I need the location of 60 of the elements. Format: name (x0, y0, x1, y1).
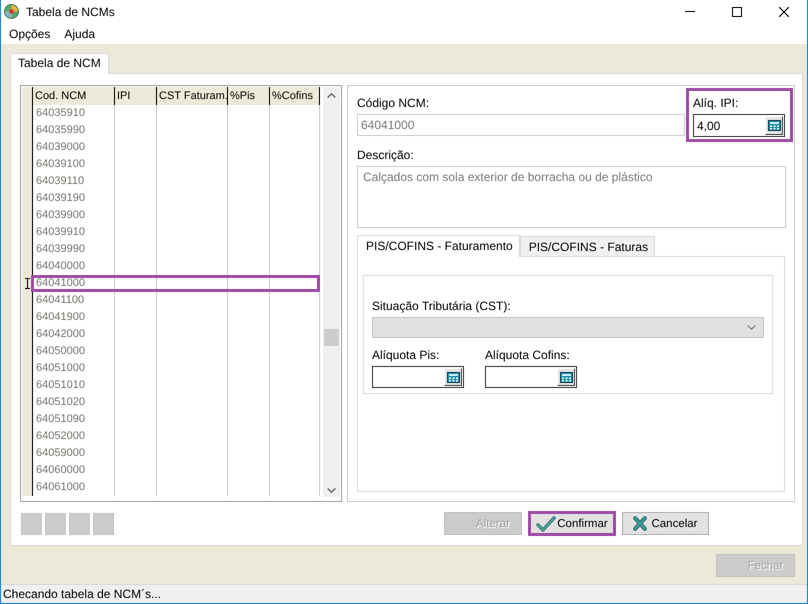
calculator-button[interactable] (557, 368, 575, 386)
table-row[interactable]: 64041000 (22, 275, 320, 292)
tab[interactable]: PIS/COFINS - Faturas (520, 236, 656, 256)
table-row[interactable]: 64039900 (22, 207, 320, 224)
minimize-icon (684, 11, 694, 12)
confirm-button[interactable]: Confirmar (528, 511, 616, 536)
calculator-icon (560, 372, 572, 382)
chevron-down-icon (747, 325, 756, 330)
field-label: Alíq. IPI: (693, 96, 738, 110)
calculator-button[interactable] (765, 116, 783, 135)
table-row[interactable]: 64039000 (22, 139, 320, 156)
table-row[interactable]: 64051020 (22, 394, 320, 411)
table-cell: 64061000 (33, 479, 115, 496)
pis-rate-field[interactable] (372, 366, 464, 388)
cofins-rate-field[interactable] (485, 366, 577, 388)
scroll-thumb[interactable] (324, 329, 339, 346)
scrollbar[interactable] (323, 87, 340, 497)
table-row[interactable]: 64052000 (22, 428, 320, 445)
scroll-down-icon[interactable] (327, 488, 336, 493)
checkmark-icon (536, 516, 556, 532)
table-row[interactable]: 64042000 (22, 326, 320, 343)
calculator-icon (768, 120, 780, 131)
field-label: Descrição: (357, 148, 414, 162)
table-row[interactable]: 64035990 (22, 122, 320, 139)
menu-item[interactable]: Ajuda (57, 26, 102, 42)
cancel-button[interactable]: Cancelar (622, 512, 709, 535)
app-icon (4, 4, 19, 19)
tab[interactable]: Tabela de NCM (10, 53, 109, 74)
scroll-up-icon[interactable] (327, 93, 336, 98)
table-row[interactable]: 64040000 (22, 258, 320, 275)
menu-item[interactable]: Opções (2, 26, 58, 42)
ipi-rate-field[interactable]: 4,00 (693, 114, 785, 137)
table-row[interactable]: 64041900 (22, 309, 320, 326)
table-row[interactable]: 64051000 (22, 360, 320, 377)
window-title: Tabela de NCMs (26, 4, 115, 18)
table-row[interactable]: 64059000 (22, 445, 320, 462)
calculator-button[interactable] (444, 368, 462, 386)
maximize-icon (732, 6, 742, 16)
field-label: Situação Tributária (CST): (372, 299, 511, 313)
tab[interactable]: PIS/COFINS - Faturamento (357, 235, 520, 257)
table-row[interactable]: 64039910 (22, 224, 320, 241)
table-row[interactable]: 64051090 (22, 411, 320, 428)
field-label: Alíquota Cofins: (485, 348, 570, 362)
table-row[interactable]: 64050000 (22, 343, 320, 360)
table-row[interactable]: 64035910 (22, 105, 320, 122)
table-row[interactable]: 64061000 (22, 479, 320, 496)
field-label: Alíquota Pis: (372, 348, 440, 362)
close-icon (778, 6, 788, 16)
table-row[interactable]: 64039190 (22, 190, 320, 207)
table-row[interactable]: 64039110 (22, 173, 320, 190)
field-label: Código NCM: (357, 96, 430, 110)
table-row[interactable]: 64039100 (22, 156, 320, 173)
table-row[interactable]: 64039990 (22, 241, 320, 258)
cross-icon (633, 516, 648, 531)
table-row[interactable]: 64060000 (22, 462, 320, 479)
calculator-icon (446, 372, 460, 382)
status-bar: Checando tabela de NCM´s... (1, 584, 807, 603)
table-row[interactable]: 64051010 (22, 377, 320, 394)
table-row[interactable]: 64041100 (22, 292, 320, 309)
text-cursor-icon (24, 278, 30, 289)
